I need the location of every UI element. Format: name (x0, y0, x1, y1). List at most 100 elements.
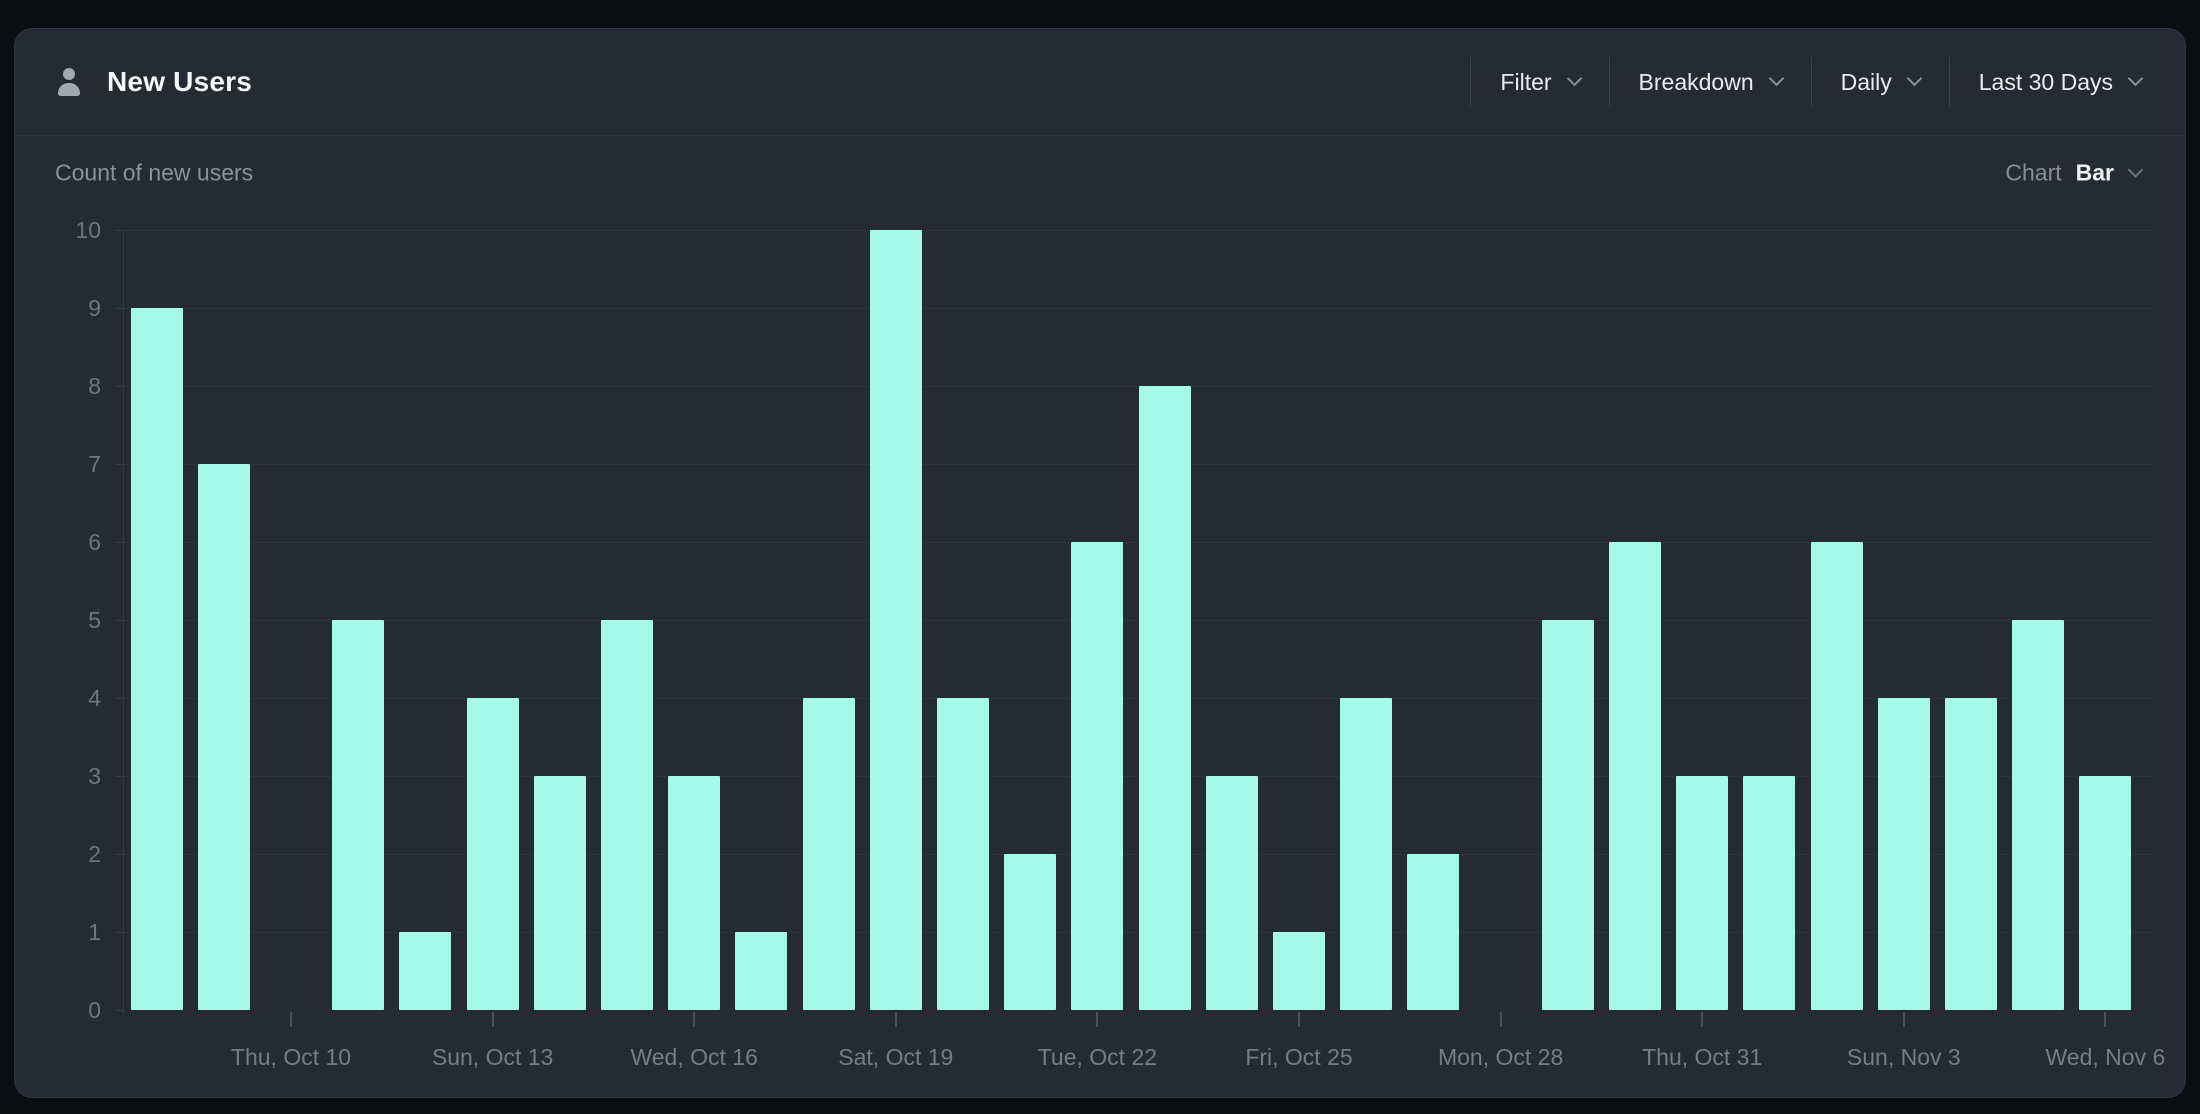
header-controls: Filter Breakdown Daily Last 30 Days (1470, 29, 2141, 135)
x-axis-tick-label: Sat, Oct 19 (838, 1044, 953, 1071)
granularity-label: Daily (1841, 69, 1892, 96)
y-axis-tick-label: 8 (15, 371, 101, 401)
y-axis-tick (116, 776, 123, 777)
x-axis-tick (1500, 1012, 1502, 1027)
chart-bar[interactable] (1407, 854, 1459, 1010)
user-icon-body (58, 83, 80, 96)
plot-area: Thu, Oct 10Sun, Oct 13Wed, Oct 16Sat, Oc… (123, 230, 2153, 1010)
chart-toolbar: Count of new users Chart Bar (15, 137, 2185, 209)
gridline (123, 230, 2153, 231)
x-axis-tick (1903, 1012, 1905, 1027)
x-axis-tick (693, 1012, 695, 1027)
chart-bar[interactable] (1206, 776, 1258, 1010)
y-axis-tick (116, 464, 123, 465)
x-axis-tick-label: Sun, Nov 3 (1847, 1044, 1961, 1071)
chart-bar[interactable] (2012, 620, 2064, 1010)
y-axis-tick (116, 308, 123, 309)
chart-bar[interactable] (534, 776, 586, 1010)
chart-bar[interactable] (1139, 386, 1191, 1010)
chevron-down-icon (1566, 71, 1582, 87)
chart-bar[interactable] (1542, 620, 1594, 1010)
page-background: New Users Filter Breakdown Daily (0, 0, 2200, 1114)
filter-dropdown[interactable]: Filter (1500, 69, 1579, 96)
x-axis-tick (2104, 1012, 2106, 1027)
chart-bar[interactable] (1743, 776, 1795, 1010)
card-title: New Users (107, 66, 252, 98)
chart-bar[interactable] (735, 932, 787, 1010)
chevron-down-icon (1768, 71, 1784, 87)
breakdown-label: Breakdown (1639, 69, 1754, 96)
y-axis-tick-label: 3 (15, 761, 101, 791)
y-axis-tick (116, 230, 123, 231)
chart-bar[interactable] (870, 230, 922, 1010)
y-axis-tick (116, 932, 123, 933)
chart-bar[interactable] (1676, 776, 1728, 1010)
y-axis-line (123, 230, 124, 1014)
y-axis-labels: 012345678910 (15, 230, 101, 1040)
x-axis-tick (1701, 1012, 1703, 1027)
user-icon (55, 67, 83, 97)
chart-bar[interactable] (1609, 542, 1661, 1010)
chevron-down-icon (2128, 71, 2144, 87)
chart-bar[interactable] (332, 620, 384, 1010)
card-title-group: New Users (55, 29, 252, 135)
y-axis-tick-label: 7 (15, 449, 101, 479)
x-axis-tick (895, 1012, 897, 1027)
chart-bar[interactable] (198, 464, 250, 1010)
y-axis-tick (116, 698, 123, 699)
x-axis-tick (1298, 1012, 1300, 1027)
y-axis-tick-label: 4 (15, 683, 101, 713)
granularity-dropdown[interactable]: Daily (1841, 69, 1920, 96)
date-range-dropdown[interactable]: Last 30 Days (1979, 69, 2141, 96)
y-axis-tick-label: 2 (15, 839, 101, 869)
x-axis-tick-label: Thu, Oct 10 (231, 1044, 351, 1071)
chart-bar[interactable] (131, 308, 183, 1010)
chart-bar[interactable] (467, 698, 519, 1010)
x-axis-tick (1096, 1012, 1098, 1027)
x-axis-tick-label: Sun, Oct 13 (432, 1044, 553, 1071)
chevron-down-icon (2128, 162, 2144, 178)
y-axis-tick-label: 1 (15, 917, 101, 947)
chart-bar[interactable] (1878, 698, 1930, 1010)
x-axis-tick-label: Fri, Oct 25 (1245, 1044, 1352, 1071)
chart-type-dropdown[interactable]: Chart Bar (2005, 160, 2141, 187)
chart-bar[interactable] (668, 776, 720, 1010)
chart-bar[interactable] (803, 698, 855, 1010)
y-axis-tick-label: 10 (15, 215, 101, 245)
chart-type-value: Bar (2076, 160, 2114, 187)
filter-label: Filter (1500, 69, 1551, 96)
y-axis-tick (116, 386, 123, 387)
metric-label: Count of new users (55, 160, 253, 187)
chart-bar[interactable] (2079, 776, 2131, 1010)
y-axis-tick-label: 6 (15, 527, 101, 557)
card-header: New Users Filter Breakdown Daily (15, 29, 2185, 136)
chart-bar[interactable] (1811, 542, 1863, 1010)
chart-bar[interactable] (1004, 854, 1056, 1010)
x-axis-tick-label: Thu, Oct 31 (1642, 1044, 1762, 1071)
control-divider (1949, 57, 1950, 107)
y-axis-tick-label: 9 (15, 293, 101, 323)
chevron-down-icon (1906, 71, 1922, 87)
new-users-card: New Users Filter Breakdown Daily (14, 28, 2186, 1098)
x-axis-tick-label: Wed, Oct 16 (630, 1044, 757, 1071)
chart-bar[interactable] (1340, 698, 1392, 1010)
y-axis-tick-label: 0 (15, 995, 101, 1025)
x-axis-tick-label: Mon, Oct 28 (1438, 1044, 1563, 1071)
x-axis-tick (290, 1012, 292, 1027)
chart-bar[interactable] (937, 698, 989, 1010)
chart-bar[interactable] (399, 932, 451, 1010)
chart-bar[interactable] (601, 620, 653, 1010)
gridline (123, 308, 2153, 309)
control-divider (1609, 57, 1610, 107)
y-axis-tick-label: 5 (15, 605, 101, 635)
chart-bar[interactable] (1273, 932, 1325, 1010)
chart-type-caption: Chart (2005, 160, 2061, 187)
x-axis-tick (492, 1012, 494, 1027)
x-axis-tick-label: Wed, Nov 6 (2046, 1044, 2166, 1071)
chart-bar[interactable] (1071, 542, 1123, 1010)
chart-bar[interactable] (1945, 698, 1997, 1010)
breakdown-dropdown[interactable]: Breakdown (1639, 69, 1782, 96)
control-divider (1811, 57, 1812, 107)
date-range-label: Last 30 Days (1979, 69, 2113, 96)
user-icon-head (63, 68, 75, 80)
